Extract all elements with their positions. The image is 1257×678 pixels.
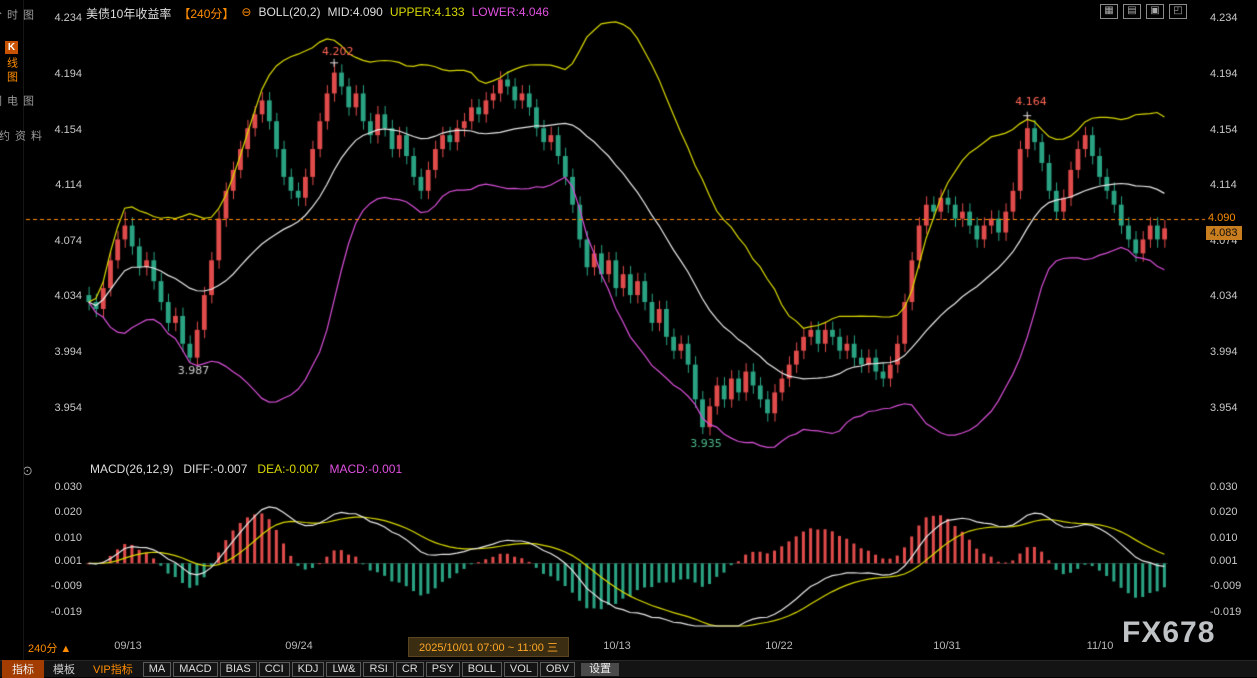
sidebar-item-label: 分时图 [0, 6, 36, 25]
instrument-title: 美债10年收益率 [86, 5, 171, 22]
boll-upper-value: UPPER:4.133 [390, 5, 465, 22]
sidebar-item-time-chart[interactable]: 分时图 [0, 6, 36, 25]
indicator-button-obv[interactable]: OBV [540, 662, 575, 677]
x-axis-tick: 11/10 [1087, 640, 1114, 652]
x-axis: 240分 ▲ 2025/10/01 07:00 ~ 11:00 三 09/13 0… [0, 636, 1257, 658]
x-axis-tick: 10/22 [765, 640, 793, 652]
indicator-button-boll[interactable]: BOLL [462, 662, 502, 677]
circle-minus-icon[interactable]: ⊖ [241, 5, 251, 22]
bottom-toolbar: 指标 模板 VIP指标 MA MACD BIAS CCI KDJ LW& RSI… [0, 660, 1257, 677]
indicator-button-rsi[interactable]: RSI [363, 662, 393, 677]
settings-button[interactable]: 设置 [581, 663, 619, 676]
kline-badge-icon: K [5, 41, 18, 54]
period-badge[interactable]: 【240分】 [178, 5, 234, 22]
boll-lower-value: LOWER:4.046 [472, 5, 549, 22]
indicator-button-ma[interactable]: MA [143, 662, 172, 677]
selected-bar-info: 2025/10/01 07:00 ~ 11:00 三 [408, 637, 569, 657]
sidebar-item-label: 闪电图 [0, 92, 36, 111]
tab-vip-indicators[interactable]: VIP指标 [84, 660, 142, 678]
indicator-button-cci[interactable]: CCI [259, 662, 290, 677]
chart-header: 美债10年收益率 【240分】 ⊖ BOLL(20,2) MID:4.090 U… [86, 5, 549, 22]
maximize-icon[interactable]: ◰ [1169, 4, 1187, 19]
grid-layout-icon[interactable]: ▦ [1100, 4, 1118, 19]
window-layout-icons: ▦ ▤ ▣ ◰ [1100, 4, 1187, 19]
x-axis-tick: 10/13 [603, 640, 631, 652]
indicator-button-lw[interactable]: LW& [326, 662, 361, 677]
sidebar-item-label: 合约资料 [0, 127, 44, 146]
indicator-button-macd[interactable]: MACD [173, 662, 217, 677]
watermark: FX678 [1122, 616, 1215, 650]
x-axis-tick: 09/24 [285, 640, 313, 652]
sidebar-item-kline-chart[interactable]: K 线图 [4, 41, 20, 76]
last-price-tag: 4.083 [1206, 226, 1242, 240]
trading-terminal: { "header": { "title": "美债10年收益率", "peri… [0, 0, 1257, 677]
tab-templates[interactable]: 模板 [44, 660, 84, 678]
rows-layout-icon[interactable]: ▤ [1123, 4, 1141, 19]
sidebar-item-contract-info[interactable]: 合约资料 [0, 127, 44, 146]
left-sidebar: 分时图 K 线图 闪电图 合约资料 [0, 0, 24, 660]
tab-indicators[interactable]: 指标 [2, 660, 44, 678]
indicator-button-vol[interactable]: VOL [504, 662, 538, 677]
macd-dea-value: DEA:-0.007 [257, 462, 319, 476]
macd-diff-value: DIFF:-0.007 [183, 462, 247, 476]
sidebar-item-flash-chart[interactable]: 闪电图 [0, 92, 36, 111]
x-axis-tick: 10/31 [933, 640, 961, 652]
price-macd-chart-canvas[interactable] [0, 0, 1257, 660]
indicator-button-kdj[interactable]: KDJ [292, 662, 325, 677]
macd-label: MACD(26,12,9) [90, 462, 173, 476]
macd-hist-value: MACD:-0.001 [329, 462, 402, 476]
price-line-label: 4.090 [1208, 212, 1236, 224]
boll-mid-value: MID:4.090 [328, 5, 383, 22]
indicator-button-cr[interactable]: CR [396, 662, 424, 677]
timeframe-label[interactable]: 240分 ▲ [28, 640, 71, 656]
indicator-button-psy[interactable]: PSY [426, 662, 460, 677]
single-pane-icon[interactable]: ▣ [1146, 4, 1164, 19]
macd-header: MACD(26,12,9) DIFF:-0.007 DEA:-0.007 MAC… [90, 462, 402, 476]
indicator-button-bias[interactable]: BIAS [220, 662, 257, 677]
boll-label: BOLL(20,2) [258, 5, 320, 22]
x-axis-tick: 09/13 [114, 640, 142, 652]
sidebar-item-label: 线图 [4, 57, 20, 85]
